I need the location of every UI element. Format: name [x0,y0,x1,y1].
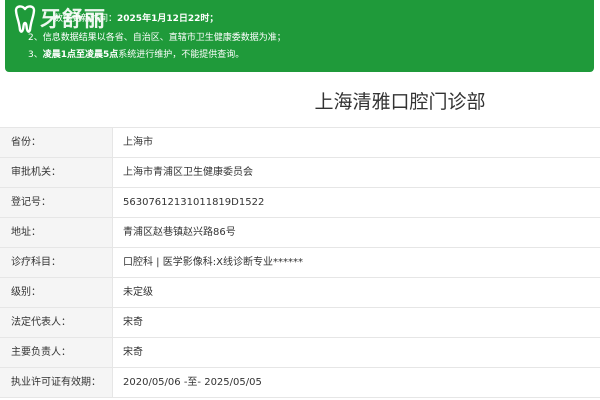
table-row-level: 级别： 未定级 [0,278,600,308]
notice-line-2: 2、信息数据结果以各省、自治区、直辖市卫生健康委数据为准； [28,33,286,43]
table-row-departments: 诊疗科目： 口腔科 | 医学影像科:X线诊断专业****** [0,248,600,278]
page-title: 上海清雅口腔门诊部 [314,91,486,113]
row-label: 省份： [0,128,113,157]
row-value: 上海市 [123,137,153,148]
table-row-province: 省份： 上海市 [0,128,600,158]
row-label: 诊疗科目： [0,248,113,277]
table-row-principal: 主要负责人： 宋奇 [0,338,600,368]
notice-banner: 牙舒丽 数据更新时间：2025年1月12日22时； 2、信息数据结果以各省、自治… [5,0,594,72]
row-label: 级别： [0,278,113,307]
table-row-license-validity: 执业许可证有效期： 2020/05/06 -至- 2025/05/05 [0,368,600,398]
table-row-legal-representative: 法定代表人： 宋奇 [0,308,600,338]
row-value: 宋奇 [123,317,143,328]
notice-line-1: 数据更新时间：2025年1月12日22时； [28,13,218,25]
update-time-value: 2025年1月12日22时； [117,14,219,24]
row-value: 宋奇 [123,347,143,358]
row-value: 2020/05/06 -至- 2025/05/05 [123,377,262,388]
row-value: 口腔科 | 医学影像科:X线诊断专业****** [123,257,303,268]
update-time-label: 数据更新时间： [54,14,118,24]
table-row-approval-authority: 审批机关： 上海市青浦区卫生健康委员会 [0,158,600,188]
row-value: 56307612131011819D1522 [123,197,265,208]
row-label: 主要负责人： [0,338,113,367]
notice-line-3: 3、凌晨1点至凌晨5点系统进行维护，不能提供查询。 [28,49,244,61]
row-label: 审批机关： [0,158,113,187]
notice-line-3-suffix: 系统进行维护，不能提供查询。 [118,50,245,60]
notice-line-3-prefix: 3、 [28,50,43,60]
row-label: 地址： [0,218,113,247]
row-value: 青浦区赵巷镇赵兴路86号 [123,227,236,238]
table-row-address: 地址： 青浦区赵巷镇赵兴路86号 [0,218,600,248]
maintenance-time: 凌晨1点至凌晨5点 [42,50,119,60]
row-label: 执业许可证有效期： [0,368,113,397]
page: 牙舒丽 数据更新时间：2025年1月12日22时； 2、信息数据结果以各省、自治… [0,0,600,400]
row-value: 上海市青浦区卫生健康委员会 [123,167,253,178]
info-table: 省份： 上海市 审批机关： 上海市青浦区卫生健康委员会 登记号： 5630761… [0,127,600,398]
row-value: 未定级 [123,287,153,298]
table-row-registration-number: 登记号： 56307612131011819D1522 [0,188,600,218]
row-label: 法定代表人： [0,308,113,337]
row-label: 登记号： [0,188,113,217]
